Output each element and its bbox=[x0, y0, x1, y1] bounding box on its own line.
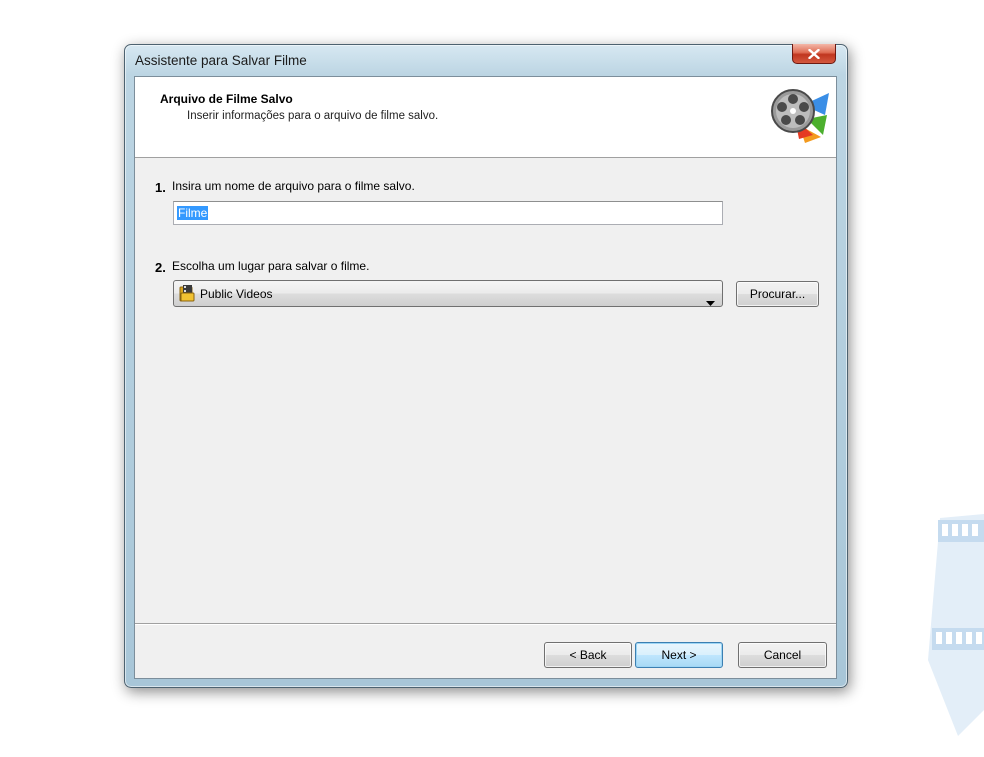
close-button[interactable] bbox=[792, 44, 836, 64]
back-button[interactable]: < Back bbox=[544, 642, 632, 668]
page-title: Arquivo de Filme Salvo bbox=[160, 92, 293, 106]
step-2-label: Escolha um lugar para salvar o filme. bbox=[172, 259, 370, 273]
film-reel-icon bbox=[769, 85, 831, 151]
save-location-value: Public Videos bbox=[200, 287, 273, 301]
filename-input[interactable]: Filme bbox=[173, 201, 723, 225]
save-location-dropdown[interactable]: Public Videos bbox=[173, 280, 723, 307]
close-icon bbox=[808, 44, 820, 63]
page-subtitle: Inserir informações para o arquivo de fi… bbox=[187, 110, 439, 122]
videos-folder-icon bbox=[179, 284, 195, 306]
filename-input-value: Filme bbox=[177, 206, 209, 220]
window-title: Assistente para Salvar Filme bbox=[135, 53, 307, 68]
cancel-button[interactable]: Cancel bbox=[738, 642, 827, 668]
save-movie-wizard-window: Assistente para Salvar Filme Arquivo de … bbox=[124, 44, 848, 688]
next-button[interactable]: Next > bbox=[635, 642, 723, 668]
film-strip-icon bbox=[918, 510, 984, 744]
chevron-down-icon bbox=[706, 291, 715, 310]
wizard-header: Arquivo de Filme Salvo Inserir informaçõ… bbox=[135, 77, 836, 158]
browse-button[interactable]: Procurar... bbox=[736, 281, 819, 307]
step-2-number: 2. bbox=[155, 260, 166, 275]
wizard-body: Arquivo de Filme Salvo Inserir informaçõ… bbox=[134, 76, 837, 679]
step-1-label: Insira um nome de arquivo para o filme s… bbox=[172, 179, 415, 193]
footer-separator bbox=[135, 623, 836, 625]
step-1-number: 1. bbox=[155, 180, 166, 195]
